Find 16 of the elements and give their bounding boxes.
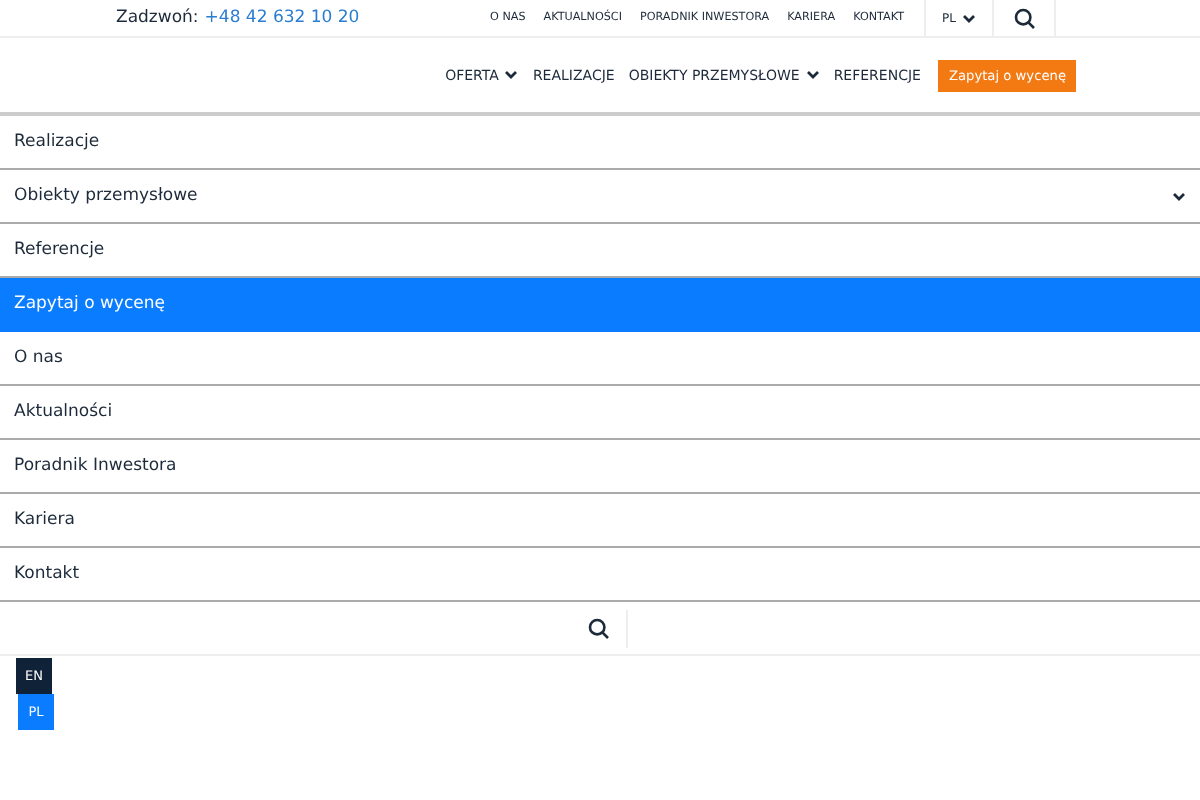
search-icon[interactable] bbox=[588, 617, 610, 639]
menu-item[interactable]: Kariera bbox=[0, 494, 1200, 548]
phone-link[interactable]: +48 42 632 10 20 bbox=[204, 8, 360, 28]
menu-item[interactable]: Realizacje bbox=[0, 116, 1200, 170]
chevron-icon bbox=[961, 13, 976, 23]
search-icon[interactable] bbox=[1013, 7, 1035, 29]
menu-item[interactable]: O nas bbox=[0, 332, 1200, 386]
chevron-icon bbox=[805, 70, 820, 80]
chevron-icon bbox=[504, 70, 519, 80]
menu-item[interactable]: Poradnik Inwestora bbox=[0, 440, 1200, 494]
menu-item[interactable]: Obiekty przemysłowe bbox=[0, 170, 1200, 224]
menu-item[interactable]: Aktualności bbox=[0, 386, 1200, 440]
menu-item[interactable]: Kontakt bbox=[0, 548, 1200, 602]
call-label: Zadzwoń: bbox=[116, 8, 199, 28]
chevron-icon bbox=[1172, 191, 1186, 201]
menu-item[interactable]: Zapytaj o wycenę bbox=[0, 278, 1200, 332]
